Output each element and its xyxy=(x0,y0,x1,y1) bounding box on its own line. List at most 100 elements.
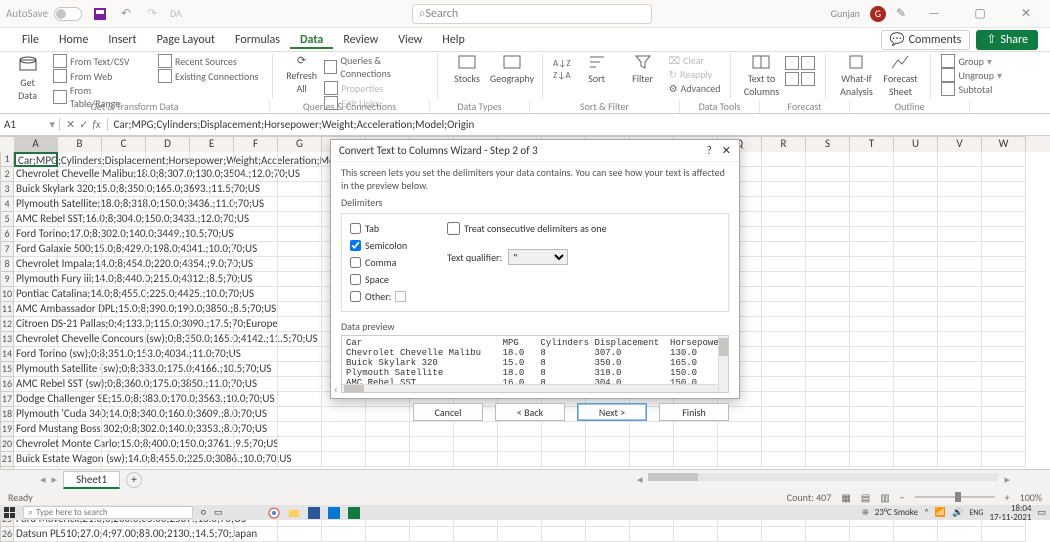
back-button[interactable]: < Back xyxy=(495,403,565,421)
geography-button[interactable]: Geography xyxy=(492,54,532,85)
cell[interactable] xyxy=(278,167,322,182)
h-scrollbar[interactable] xyxy=(648,473,998,481)
cell[interactable] xyxy=(278,272,322,287)
other-input[interactable] xyxy=(395,291,406,302)
row-header[interactable]: 15 xyxy=(0,362,14,377)
cell[interactable] xyxy=(278,392,322,407)
row-header[interactable]: 12 xyxy=(0,317,14,332)
cell[interactable] xyxy=(58,167,102,182)
cell[interactable] xyxy=(278,332,322,347)
cell[interactable] xyxy=(410,437,454,452)
save-icon[interactable] xyxy=(92,6,108,22)
cell[interactable] xyxy=(762,377,806,392)
cell[interactable] xyxy=(938,212,982,227)
sheet-tab[interactable]: Sheet1 xyxy=(63,471,120,489)
cell[interactable] xyxy=(806,422,850,437)
menu-data[interactable]: Data xyxy=(290,33,333,49)
cell[interactable] xyxy=(190,377,234,392)
cell[interactable] xyxy=(322,452,366,467)
zoom-out-button[interactable]: − xyxy=(900,491,905,504)
cell[interactable] xyxy=(146,287,190,302)
taskbar-search[interactable]: ⌕Type here to search xyxy=(23,506,193,519)
cell[interactable] xyxy=(102,287,146,302)
cell[interactable] xyxy=(146,197,190,212)
subtotal-button[interactable]: Subtotal xyxy=(941,82,1035,96)
properties-button[interactable]: Properties xyxy=(324,81,427,95)
cell[interactable] xyxy=(190,302,234,317)
cell[interactable] xyxy=(762,317,806,332)
menu-page-layout[interactable]: Page Layout xyxy=(147,33,225,47)
cell[interactable] xyxy=(58,332,102,347)
cell[interactable] xyxy=(454,527,498,542)
cell[interactable] xyxy=(102,302,146,317)
sound-icon[interactable]: 🔊 xyxy=(952,507,963,518)
cell[interactable] xyxy=(542,527,586,542)
cell[interactable] xyxy=(982,332,1026,347)
cell[interactable] xyxy=(894,437,938,452)
cell[interactable]: Chevrolet Chevelle Malibu;18.0;8;307.0;1… xyxy=(14,167,58,182)
cell[interactable] xyxy=(806,182,850,197)
cell[interactable] xyxy=(146,422,190,437)
column-header[interactable]: F xyxy=(234,136,278,152)
cell[interactable] xyxy=(190,197,234,212)
cell[interactable] xyxy=(674,527,718,542)
name-box[interactable]: A1▾ xyxy=(0,118,60,131)
cell[interactable] xyxy=(630,527,674,542)
cell[interactable] xyxy=(762,212,806,227)
cell[interactable] xyxy=(938,362,982,377)
view-page-icon[interactable]: ▤ xyxy=(861,491,870,504)
cell[interactable] xyxy=(894,377,938,392)
tab-nav-first[interactable]: ◂ xyxy=(40,473,46,486)
cell[interactable] xyxy=(762,302,806,317)
column-header[interactable]: V xyxy=(938,136,982,152)
cell[interactable] xyxy=(278,257,322,272)
table-row[interactable]: 21Buick Estate Wagon (sw);14.0;8;455.0;2… xyxy=(0,452,1050,467)
fx-icon[interactable]: fx xyxy=(92,118,100,131)
cell[interactable] xyxy=(190,392,234,407)
row-header[interactable]: 26 xyxy=(0,527,14,542)
cell[interactable] xyxy=(894,422,938,437)
cell[interactable] xyxy=(850,422,894,437)
cell[interactable] xyxy=(58,152,102,167)
cell[interactable] xyxy=(762,182,806,197)
row-header[interactable]: 14 xyxy=(0,347,14,362)
cell[interactable] xyxy=(102,152,146,167)
cell[interactable] xyxy=(102,197,146,212)
cell[interactable] xyxy=(762,407,806,422)
cell[interactable] xyxy=(762,362,806,377)
cell[interactable] xyxy=(454,452,498,467)
cell[interactable] xyxy=(894,257,938,272)
row-header[interactable]: 20 xyxy=(0,437,14,452)
cell[interactable] xyxy=(58,527,102,542)
cell[interactable] xyxy=(58,257,102,272)
menu-home[interactable]: Home xyxy=(49,33,98,47)
comments-button[interactable]: 💬Comments xyxy=(881,30,971,50)
cell[interactable] xyxy=(542,452,586,467)
cell[interactable] xyxy=(190,152,234,167)
cell[interactable] xyxy=(146,332,190,347)
row-header[interactable]: 9 xyxy=(0,272,14,287)
cell[interactable] xyxy=(234,182,278,197)
row-header[interactable]: 16 xyxy=(0,377,14,392)
cell[interactable] xyxy=(234,242,278,257)
cell[interactable] xyxy=(58,392,102,407)
cell[interactable]: Ford Torino (sw);0;8;351.0;153.0;4034.;1… xyxy=(14,347,58,362)
cell[interactable] xyxy=(190,362,234,377)
cell[interactable] xyxy=(278,362,322,377)
cell[interactable]: Chevrolet Monte Carlo;15.0;8;400.0;150.0… xyxy=(14,437,58,452)
cell[interactable] xyxy=(58,182,102,197)
cell[interactable] xyxy=(938,347,982,362)
cell[interactable] xyxy=(366,452,410,467)
row-header[interactable]: 18 xyxy=(0,407,14,422)
cell[interactable] xyxy=(58,407,102,422)
cell[interactable] xyxy=(586,527,630,542)
cell[interactable]: Buick Skylark 320;15.0;8;350.0;165.0;369… xyxy=(14,182,58,197)
tab-checkbox[interactable]: Tab xyxy=(350,222,407,235)
column-header[interactable]: U xyxy=(894,136,938,152)
cell[interactable] xyxy=(234,407,278,422)
cell[interactable] xyxy=(58,362,102,377)
cell[interactable] xyxy=(146,212,190,227)
queries-connections-button[interactable]: Queries & Connections xyxy=(324,54,427,80)
cell[interactable] xyxy=(146,377,190,392)
user-name[interactable]: Gunjan xyxy=(831,7,860,20)
